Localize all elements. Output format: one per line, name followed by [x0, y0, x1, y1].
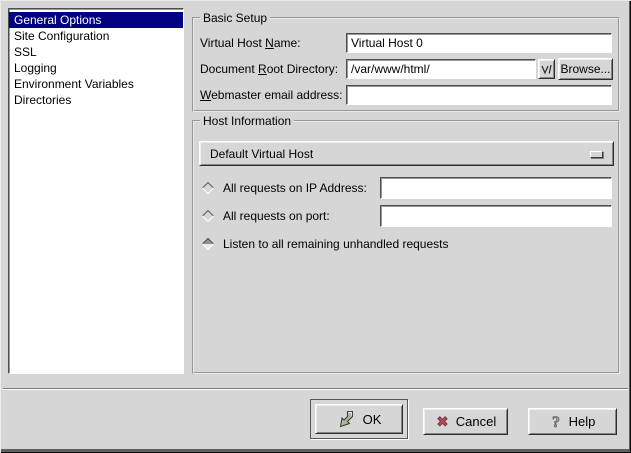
sidebar-item-general-options[interactable]: General Options: [9, 12, 183, 28]
cancel-button[interactable]: Cancel: [423, 408, 508, 435]
radio-listen-all-remaining[interactable]: Listen to all remaining unhandled reques…: [202, 236, 448, 252]
radio-port-label: All requests on port:: [223, 209, 330, 223]
sidebar-item-site-configuration[interactable]: Site Configuration: [9, 28, 183, 44]
webmaster-email-label: Webmaster email address:: [200, 85, 343, 105]
document-root-input[interactable]: [346, 59, 536, 79]
radio-unselected-icon: [202, 182, 214, 194]
document-root-dropdown-button[interactable]: [538, 59, 555, 79]
ok-button[interactable]: OK: [315, 404, 403, 434]
footer-separator: [3, 388, 628, 390]
radio-ip-label: All requests on IP Address:: [223, 181, 367, 195]
help-button[interactable]: ? Help: [528, 408, 617, 435]
browse-button[interactable]: Browse...: [558, 58, 613, 80]
radio-all-remaining-label: Listen to all remaining unhandled reques…: [223, 237, 448, 251]
virtual-host-properties-dialog: General Options Site Configuration SSL L…: [0, 0, 631, 453]
host-information-frame-title: Host Information: [200, 114, 294, 128]
sidebar-item-ssl[interactable]: SSL: [9, 44, 183, 60]
host-type-dropdown[interactable]: Default Virtual Host: [199, 141, 614, 166]
radio-all-requests-port[interactable]: All requests on port:: [202, 205, 330, 227]
radio-selected-icon: [202, 238, 214, 250]
return-arrow-icon: [337, 409, 357, 429]
virtual-host-name-label: Virtual Host Name:: [200, 33, 301, 53]
basic-setup-frame-title: Basic Setup: [200, 11, 270, 25]
host-information-frame: Host Information Default Virtual Host Al…: [192, 120, 620, 374]
webmaster-email-input[interactable]: [346, 85, 612, 105]
port-input[interactable]: [380, 205, 612, 227]
basic-setup-frame: Basic Setup Virtual Host Name: Document …: [192, 17, 620, 112]
sidebar-item-environment-variables[interactable]: Environment Variables: [9, 76, 183, 92]
category-list: General Options Site Configuration SSL L…: [8, 8, 184, 374]
virtual-host-name-input[interactable]: [346, 33, 612, 53]
ip-address-input[interactable]: [380, 177, 612, 199]
sidebar-item-logging[interactable]: Logging: [9, 60, 183, 76]
host-type-dropdown-value: Default Virtual Host: [210, 147, 313, 161]
radio-all-requests-ip[interactable]: All requests on IP Address:: [202, 177, 367, 199]
sidebar-item-directories[interactable]: Directories: [9, 92, 183, 108]
x-mark-icon: [435, 414, 450, 429]
ok-button-default-ring: OK: [310, 399, 408, 439]
svg-text:?: ?: [552, 414, 560, 431]
document-root-label: Document Root Directory:: [200, 59, 338, 79]
option-menu-indicator: [590, 151, 603, 158]
question-mark-icon: ?: [550, 413, 563, 431]
radio-unselected-icon: [202, 210, 214, 222]
file-combo-arrow-icon: [540, 63, 553, 76]
